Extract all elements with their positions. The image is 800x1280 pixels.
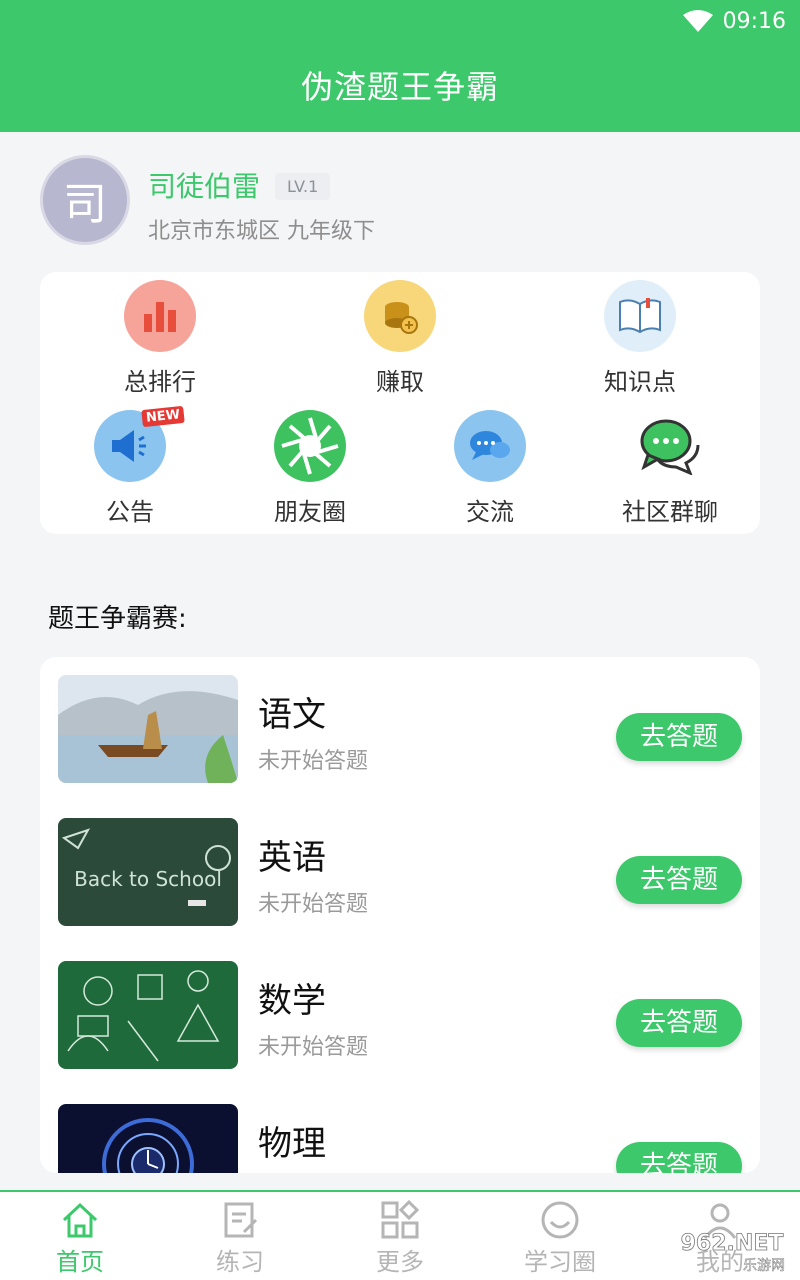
menu-item-earn[interactable]: 赚取 — [330, 280, 470, 397]
subject-name: 语文 — [258, 695, 326, 735]
book-icon — [604, 280, 676, 352]
app-header: 09:16 伪渣题王争霸 — [0, 0, 800, 132]
tab-label: 练习 — [216, 1248, 264, 1276]
menu-item-announcement[interactable]: NEW 公告 — [60, 405, 200, 527]
svg-text:乐游网: 乐游网 — [743, 1258, 785, 1274]
menu-label: 知识点 — [604, 368, 676, 396]
subject-name: 物理 — [258, 1124, 326, 1164]
subject-status: 未开始答题 — [258, 1035, 369, 1060]
subject-row-math[interactable]: 数学 未开始答题 去答题 — [58, 961, 748, 1069]
edit-icon — [224, 1202, 258, 1238]
chalkboard-text: Back to School — [74, 867, 222, 891]
status-bar: 09:16 — [682, 6, 786, 36]
section-title: 题王争霸赛: — [48, 604, 187, 634]
megaphone-icon: NEW — [94, 405, 185, 482]
subject-row-english[interactable]: Back to School 英语 未开始答题 去答题 — [58, 818, 748, 926]
menu-item-moments[interactable]: 朋友圈 — [240, 410, 380, 527]
tab-more[interactable]: 更多 — [320, 1192, 480, 1280]
avatar[interactable]: 司 — [40, 155, 130, 245]
start-answer-button[interactable]: 去答题 — [616, 1142, 742, 1173]
status-time: 09:16 — [722, 8, 786, 34]
bar-chart-icon — [124, 280, 196, 352]
svg-text:962.NET: 962.NET — [681, 1231, 784, 1256]
subject-row-chinese[interactable]: 语文 未开始答题 去答题 — [58, 675, 748, 783]
user-name: 司徒伯雷 — [148, 170, 261, 203]
aperture-icon — [274, 410, 346, 482]
subject-list: 语文 未开始答题 去答题 Back to School 英语 未开始答题 去答题… — [40, 657, 760, 1173]
subject-row-physics[interactable]: 物理 去答题 — [58, 1104, 748, 1173]
profile-section[interactable]: 司 司徒伯雷 LV.1 北京市东城区 九年级下 — [40, 155, 760, 255]
menu-label: 社区群聊 — [622, 498, 718, 526]
smile-icon — [541, 1201, 579, 1239]
group-chat-icon — [634, 410, 706, 482]
tab-label: 更多 — [376, 1248, 424, 1276]
menu-item-group-chat[interactable]: 社区群聊 — [600, 410, 740, 527]
menu-label: 总排行 — [124, 368, 196, 396]
grid-icon — [381, 1200, 420, 1239]
start-answer-button[interactable]: 去答题 — [616, 999, 742, 1047]
tab-home[interactable]: 首页 — [0, 1192, 160, 1280]
menu-label: 朋友圈 — [274, 498, 346, 526]
thumbnail-image: Back to School — [58, 818, 238, 926]
site-watermark: 962.NET 乐游网 — [680, 1231, 785, 1275]
menu-item-knowledge[interactable]: 知识点 — [570, 280, 710, 397]
chat-bubbles-icon — [454, 410, 526, 482]
subject-status: 未开始答题 — [258, 892, 369, 917]
tab-label: 首页 — [56, 1248, 104, 1276]
wifi-icon — [682, 10, 713, 32]
menu-item-ranking[interactable]: 总排行 — [90, 280, 230, 397]
feature-grid: 总排行 赚取 知识点 NEW 公告 朋友圈 交流 社区群聊 — [40, 272, 760, 534]
tab-practice[interactable]: 练习 — [160, 1192, 320, 1280]
tab-label: 学习圈 — [524, 1248, 596, 1276]
subject-name: 数学 — [258, 981, 326, 1021]
home-icon — [62, 1202, 98, 1238]
subject-status: 未开始答题 — [258, 749, 369, 774]
thumbnail-image — [58, 961, 238, 1069]
subject-name: 英语 — [258, 838, 326, 878]
menu-label: 公告 — [106, 498, 154, 526]
start-answer-button[interactable]: 去答题 — [616, 713, 742, 761]
tab-study-circle[interactable]: 学习圈 — [480, 1192, 640, 1280]
user-location-grade: 北京市东城区 九年级下 — [148, 219, 375, 244]
start-answer-button[interactable]: 去答题 — [616, 856, 742, 904]
page-title: 伪渣题王争霸 — [300, 68, 499, 106]
menu-item-exchange[interactable]: 交流 — [420, 410, 560, 527]
menu-label: 交流 — [466, 498, 514, 526]
new-badge: NEW — [141, 405, 185, 428]
thumbnail-image — [58, 675, 238, 783]
menu-label: 赚取 — [376, 368, 424, 396]
thumbnail-image — [58, 1104, 238, 1173]
coins-icon — [364, 280, 436, 352]
level-badge: LV.1 — [275, 173, 331, 200]
